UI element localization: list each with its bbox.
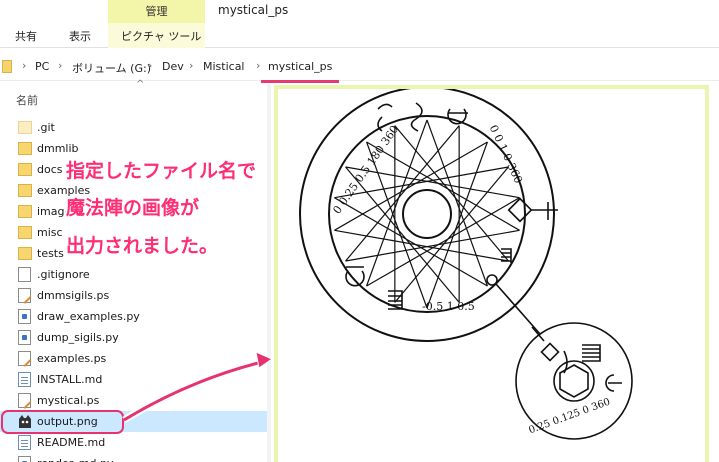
annotation-arrow xyxy=(122,351,274,423)
explorer-window: { "ribbon": { "context_tab": "管理", "wind… xyxy=(0,0,719,462)
